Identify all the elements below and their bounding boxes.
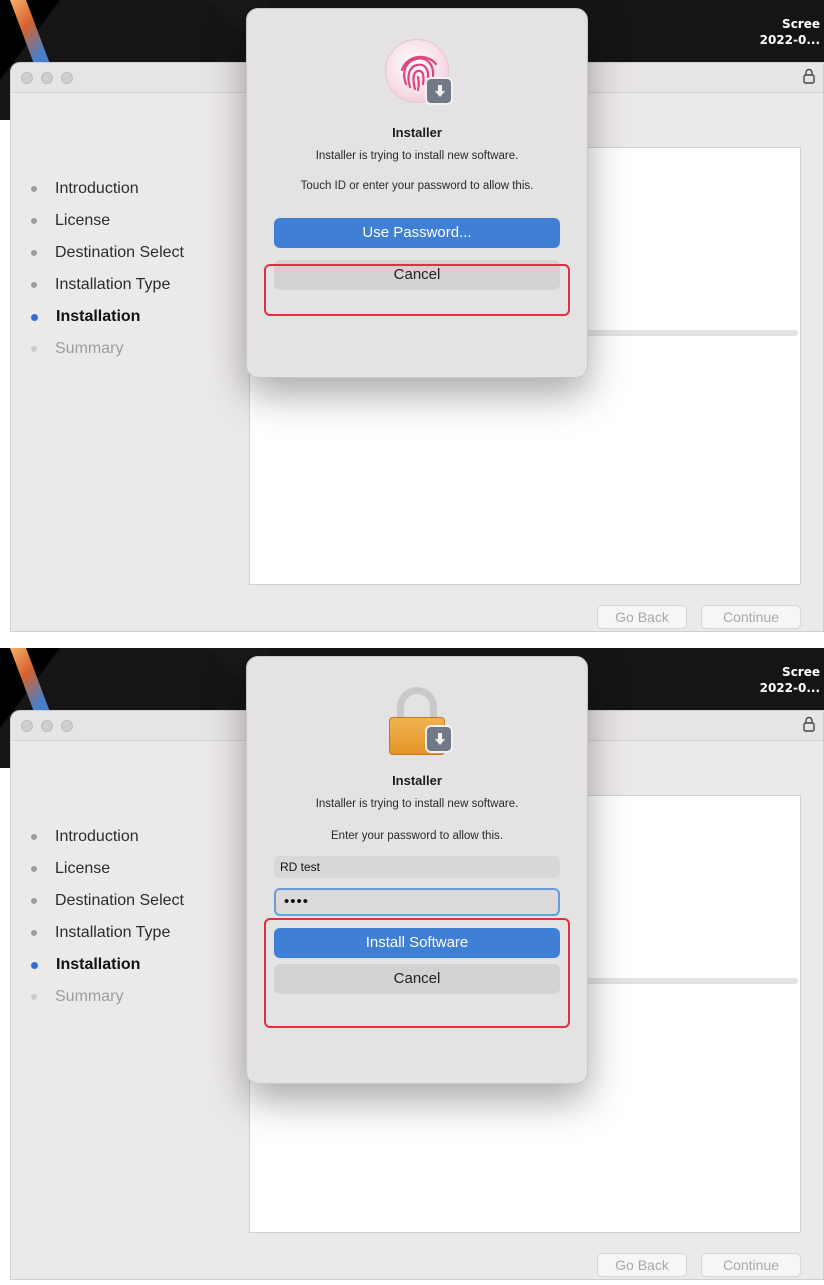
step-label: Destination Select (55, 892, 184, 909)
lock-icon (803, 68, 817, 86)
username-field[interactable]: RD test (274, 856, 560, 878)
installer-badge-icon (425, 725, 453, 753)
step-introduction: Introduction (31, 173, 184, 205)
step-bullet (31, 282, 37, 288)
step-label: Introduction (55, 180, 139, 197)
screenshot-file-label[interactable]: Scree 2022-0... (760, 664, 820, 696)
step-bullet (31, 898, 37, 904)
step-license: License (31, 853, 184, 885)
lock-icon (803, 716, 817, 734)
step-bullet-active (31, 961, 38, 969)
install-steps-list: Introduction License Destination Select … (31, 173, 184, 365)
step-bullet (31, 866, 37, 872)
continue-button[interactable]: Continue (701, 605, 801, 629)
step-installation: Installation (31, 301, 184, 333)
step-introduction: Introduction (31, 821, 184, 853)
step-label: Summary (55, 340, 124, 357)
screenshot-panel-touch-id: Scree 2022-0... Introduction License Des… (0, 0, 824, 640)
dialog-title: Installer (392, 125, 442, 140)
dialog-instruction: Enter your password to allow this. (331, 830, 503, 842)
step-license: License (31, 205, 184, 237)
lock-icon (385, 687, 453, 755)
step-label: Installation (56, 956, 141, 973)
close-button[interactable] (21, 72, 33, 84)
step-bullet (31, 250, 37, 256)
step-label: Summary (55, 988, 124, 1005)
fingerprint-icon (385, 39, 453, 105)
minimize-button[interactable] (41, 72, 53, 84)
step-bullet (31, 994, 37, 1000)
highlight-box (264, 264, 570, 316)
step-label: Introduction (55, 828, 139, 845)
dialog-message: Installer is trying to install new softw… (315, 798, 519, 810)
installer-badge-icon (425, 77, 453, 105)
step-bullet (31, 930, 37, 936)
dialog-instruction: Touch ID or enter your password to allow… (300, 180, 534, 192)
step-bullet (31, 346, 37, 352)
step-bullet (31, 218, 37, 224)
password-field[interactable]: •••• (274, 888, 560, 916)
step-label: Destination Select (55, 244, 184, 261)
step-installation-type: Installation Type (31, 917, 184, 949)
zoom-button[interactable] (61, 72, 73, 84)
dialog-title: Installer (392, 773, 442, 788)
step-label: Installation Type (55, 924, 171, 941)
highlight-box (264, 918, 570, 1028)
go-back-button[interactable]: Go Back (597, 605, 687, 629)
dialog-message: Installer is trying to install new softw… (315, 150, 519, 162)
minimize-button[interactable] (41, 720, 53, 732)
authorization-dialog: Installer Installer is trying to install… (246, 8, 588, 378)
step-summary: Summary (31, 981, 184, 1013)
step-label: Installation (56, 308, 141, 325)
step-bullet (31, 186, 37, 192)
install-steps-list: Introduction License Destination Select … (31, 821, 184, 1013)
step-destination-select: Destination Select (31, 885, 184, 917)
screenshot-name: Scree (782, 665, 820, 679)
step-summary: Summary (31, 333, 184, 365)
step-installation: Installation (31, 949, 184, 981)
screenshot-date: 2022-0... (759, 681, 820, 695)
use-password-button[interactable]: Use Password... (274, 218, 560, 248)
screenshot-file-label[interactable]: Scree 2022-0... (760, 16, 820, 48)
step-bullet (31, 834, 37, 840)
screenshot-panel-password: Scree 2022-0... Introduction License Des… (0, 648, 824, 1285)
step-label: License (55, 860, 111, 877)
screenshot-name: Scree (782, 17, 820, 31)
continue-button[interactable]: Continue (701, 1253, 801, 1277)
close-button[interactable] (21, 720, 33, 732)
step-label: Installation Type (55, 276, 171, 293)
step-destination-select: Destination Select (31, 237, 184, 269)
step-bullet-active (31, 313, 38, 321)
go-back-button[interactable]: Go Back (597, 1253, 687, 1277)
zoom-button[interactable] (61, 720, 73, 732)
step-installation-type: Installation Type (31, 269, 184, 301)
screenshot-date: 2022-0... (759, 33, 820, 47)
step-label: License (55, 212, 111, 229)
